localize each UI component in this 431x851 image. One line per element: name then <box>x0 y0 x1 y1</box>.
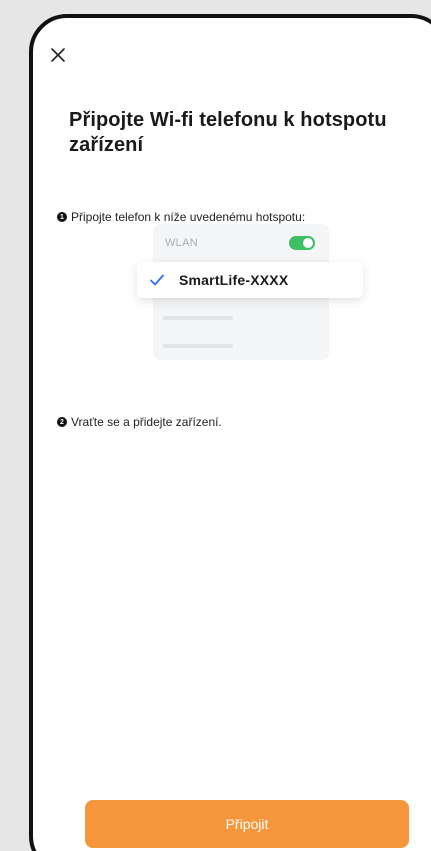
step-1-text: Připojte telefon k níže uvedenému hotspo… <box>71 210 306 224</box>
step-1: 1 Připojte telefon k níže uvedenému hots… <box>57 210 305 224</box>
step-number-badge: 2 <box>57 417 67 427</box>
phone-frame: Připojte Wi-fi telefonu k hotspotu zaříz… <box>29 14 431 851</box>
step-2: 2 Vraťte se a přidejte zařízení. <box>57 415 222 429</box>
network-name: SmartLife-XXXX <box>179 272 289 288</box>
step-2-text: Vraťte se a přidejte zařízení. <box>71 415 222 429</box>
check-icon <box>149 272 165 288</box>
page-title: Připojte Wi-fi telefonu k hotspotu zaříz… <box>69 109 387 156</box>
network-card: SmartLife-XXXX <box>137 262 363 298</box>
placeholder-line <box>163 344 233 348</box>
screen: Připojte Wi-fi telefonu k hotspotu zaříz… <box>0 0 431 851</box>
close-icon[interactable] <box>47 44 71 68</box>
wlan-label: WLAN <box>165 237 198 249</box>
placeholder-line <box>163 316 233 320</box>
step-number-badge: 1 <box>57 212 67 222</box>
connect-button[interactable]: Připojit <box>85 800 409 848</box>
wlan-toggle <box>289 236 315 250</box>
